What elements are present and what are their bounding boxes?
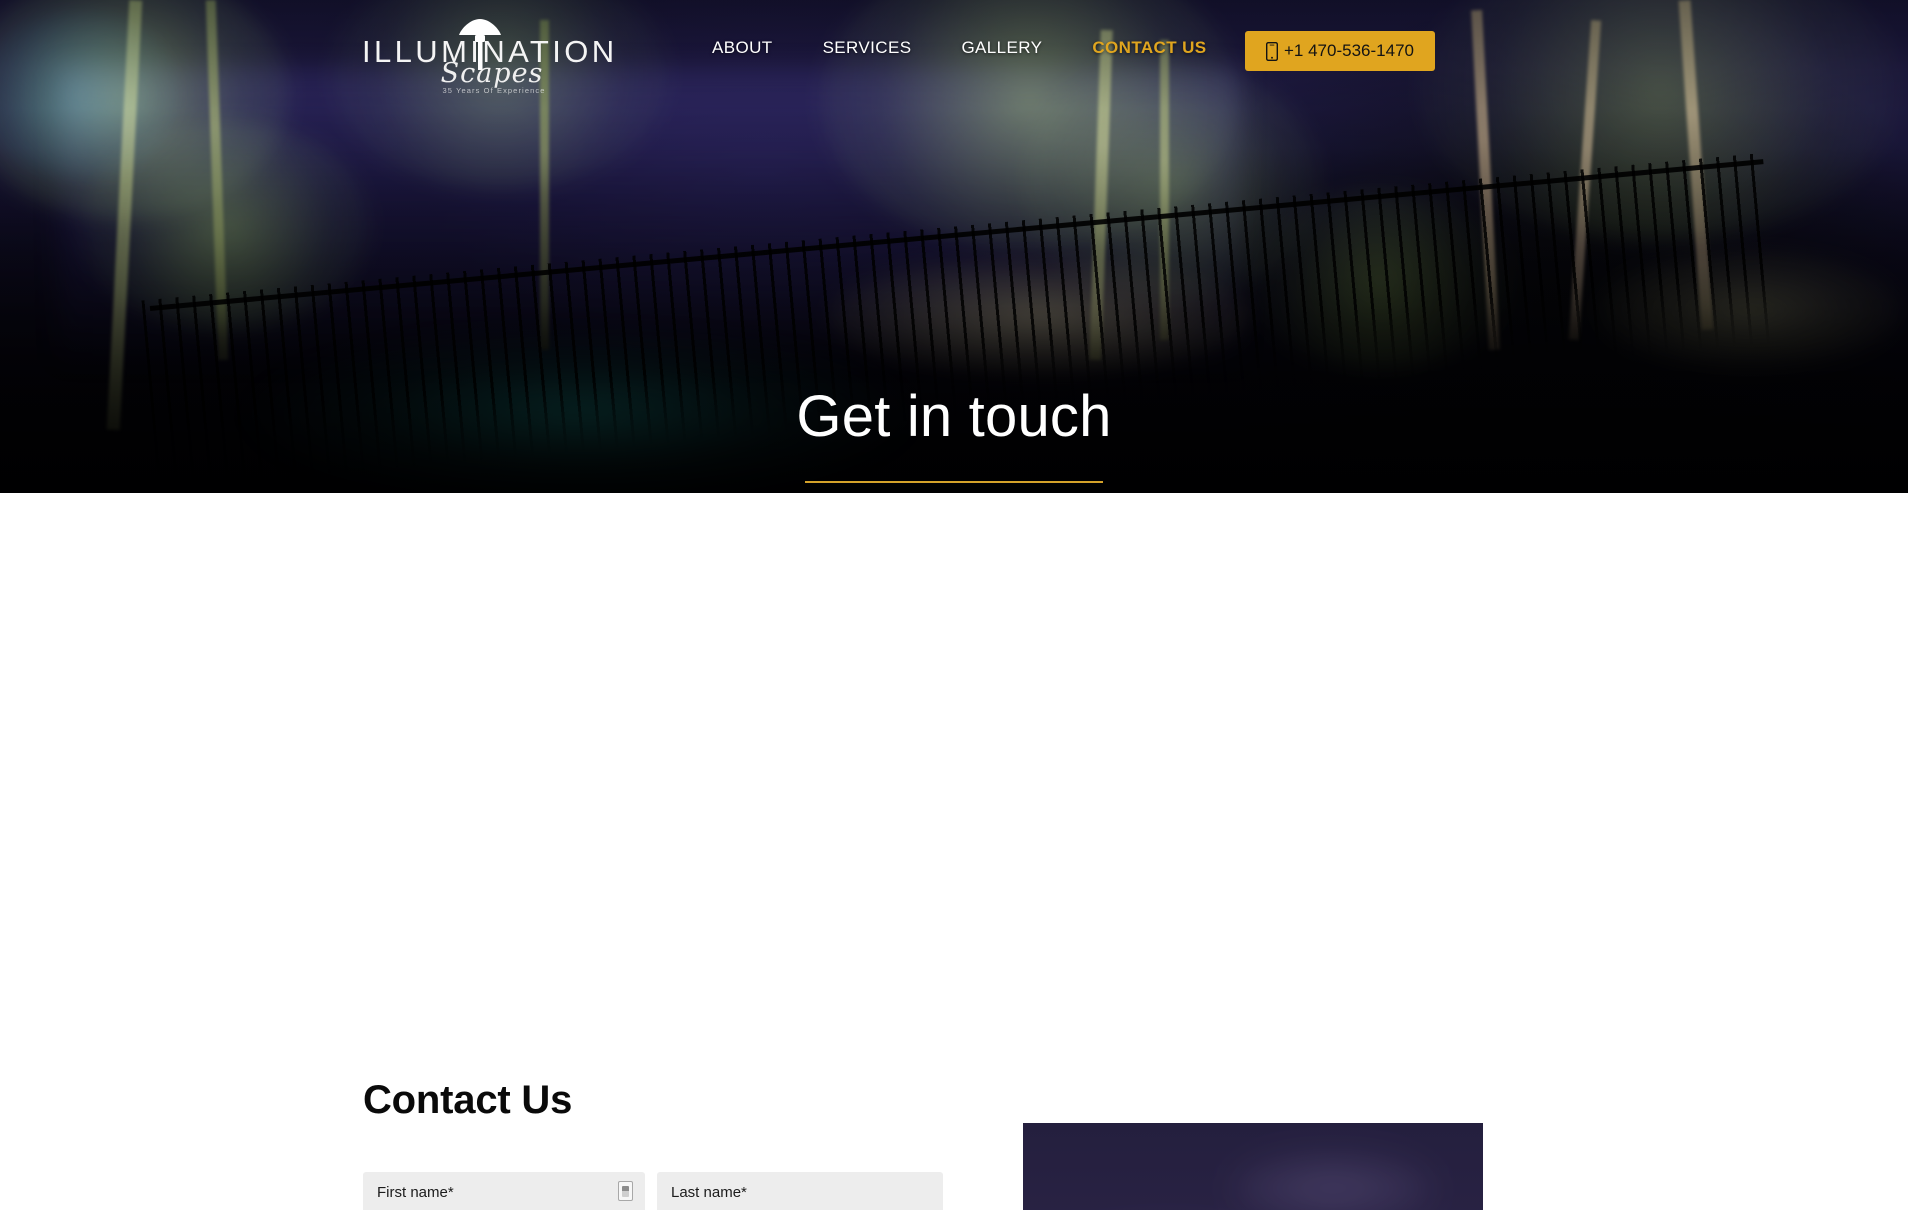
hero-title: Get in touch (796, 384, 1112, 449)
header-phone-cta-button[interactable]: +1 470-536-1470 (1245, 31, 1435, 71)
nav-link-services[interactable]: SERVICES (823, 38, 912, 58)
hero-title-block: Get in touch (0, 385, 1908, 483)
hero-section: ILLUMINATION Scapes 35 Years Of Experien… (0, 0, 1908, 493)
nav-link-about[interactable]: ABOUT (712, 38, 773, 58)
mobile-phone-icon (1266, 41, 1278, 61)
brand-logo[interactable]: ILLUMINATION Scapes 35 Years Of Experien… (362, 8, 614, 95)
form-row-name (363, 1172, 943, 1210)
header-phone-cta-label: +1 470-536-1470 (1284, 41, 1414, 60)
brand-script: Scapes (440, 58, 544, 89)
hero-title-underline (805, 480, 1103, 483)
first-name-input[interactable] (363, 1172, 645, 1210)
brand-tagline: 35 Years Of Experience (442, 86, 546, 95)
contact-section: Contact Us GET A FREE QUOTE (0, 493, 1908, 1210)
nav-link-contact-us[interactable]: CONTACT US (1092, 38, 1206, 58)
contact-heading: Contact Us (363, 1078, 573, 1122)
main-navigation: ABOUT SERVICES GALLERY CONTACT US (712, 38, 1207, 58)
contact-form: GET A FREE QUOTE (363, 1172, 943, 1210)
last-name-input[interactable] (657, 1172, 943, 1210)
site-header: ILLUMINATION Scapes 35 Years Of Experien… (0, 0, 1908, 104)
nav-link-gallery[interactable]: GALLERY (961, 38, 1042, 58)
mansion-photo (1023, 1123, 1483, 1210)
